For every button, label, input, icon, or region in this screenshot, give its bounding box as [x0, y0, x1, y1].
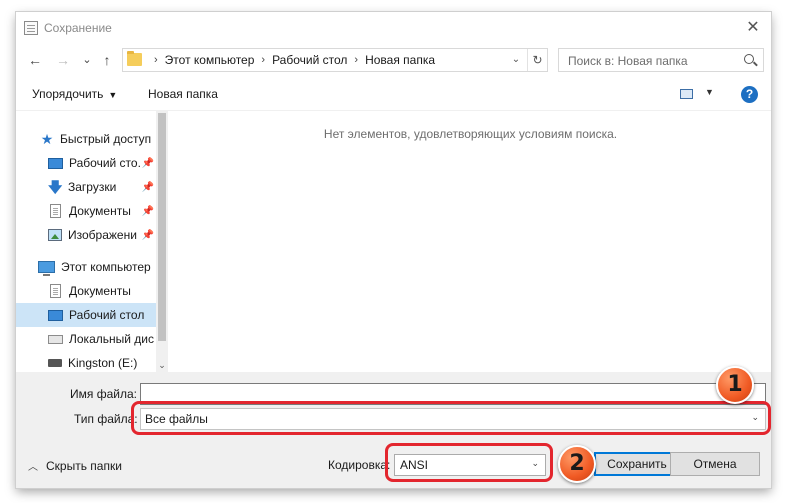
star-icon: ★: [40, 131, 54, 147]
empty-message: Нет элементов, удовлетворяющих условиям …: [323, 127, 618, 141]
tree-item-label: Рабочий стол: [69, 308, 145, 322]
pin-icon: 📌: [141, 229, 154, 241]
filetype-highlight-box: [131, 401, 771, 435]
up-arrow-icon[interactable]: ↑: [98, 50, 116, 70]
tree-item-label: Локальный дис: [69, 332, 154, 346]
document-icon: [50, 204, 61, 218]
filetype-label: Тип файла:: [74, 412, 138, 426]
breadcrumb-separator: ›: [154, 54, 158, 66]
breadcrumb-separator[interactable]: ›: [354, 54, 358, 66]
tree-item-label: Рабочий сто.: [69, 156, 141, 170]
download-icon: 🡇: [48, 179, 63, 195]
command-bar: Упорядочить ▼ Новая папка ▼ ?: [16, 80, 771, 108]
tree-item-label: Быстрый доступ: [60, 132, 152, 146]
pin-icon: 📌: [141, 181, 154, 193]
encoding-highlight-box: [385, 443, 553, 482]
tree-item-pictures[interactable]: Изображени 📌: [16, 223, 156, 247]
step-badge-2: 2: [558, 445, 596, 483]
drive-icon: [48, 334, 63, 344]
step-badge-1: 1: [716, 366, 754, 404]
refresh-icon[interactable]: ↻: [527, 49, 547, 71]
folder-icon: [127, 51, 142, 66]
breadcrumb-separator[interactable]: ›: [261, 54, 265, 66]
pin-icon: 📌: [141, 205, 154, 217]
browser-area: ★ Быстрый доступ Рабочий сто. 📌 🡇 Загруз…: [16, 110, 771, 373]
breadcrumb-item[interactable]: Рабочий стол: [272, 53, 347, 67]
breadcrumb-item[interactable]: Этот компьютер: [165, 53, 255, 67]
pin-icon: 📌: [141, 157, 154, 169]
recent-locations-chevron-icon[interactable]: ⌄: [78, 50, 96, 70]
tree-item-label: Документы: [69, 284, 131, 298]
tree-item-desktop-pinned[interactable]: Рабочий сто. 📌: [16, 151, 156, 175]
address-bar[interactable]: › Этот компьютер › Рабочий стол › Новая …: [122, 48, 548, 72]
breadcrumb: › Этот компьютер › Рабочий стол › Новая …: [147, 49, 435, 71]
tree-item-documents-pinned[interactable]: Документы 📌: [16, 199, 156, 223]
notepad-icon: [24, 21, 38, 35]
new-folder-button[interactable]: Новая папка: [148, 87, 218, 101]
computer-icon: [38, 261, 55, 276]
file-list[interactable]: Нет элементов, удовлетворяющих условиям …: [170, 111, 771, 373]
close-button[interactable]: ✕: [743, 18, 763, 38]
organize-menu-button[interactable]: Упорядочить ▼: [32, 87, 117, 101]
tree-item-documents[interactable]: Документы: [16, 279, 156, 303]
tree-item-label: Изображени: [68, 228, 137, 242]
save-button[interactable]: Сохранить: [594, 452, 680, 476]
tree-item-label: Документы: [69, 204, 131, 218]
navigation-pane: ★ Быстрый доступ Рабочий сто. 📌 🡇 Загруз…: [16, 111, 168, 373]
search-input[interactable]: Поиск в: Новая папка: [558, 48, 764, 72]
window-title: Сохранение: [44, 21, 112, 35]
tree-scrollbar[interactable]: ⌄: [156, 111, 168, 373]
tree-item-quick-access[interactable]: ★ Быстрый доступ: [16, 127, 156, 151]
document-icon: [50, 284, 61, 298]
breadcrumb-item[interactable]: Новая папка: [365, 53, 435, 67]
tree-item-local-disk[interactable]: Локальный дис: [16, 327, 156, 351]
desktop-icon: [48, 309, 63, 321]
chevron-up-icon: ︿: [28, 462, 38, 473]
back-arrow-icon[interactable]: ←: [26, 50, 44, 70]
chevron-down-icon[interactable]: ⌄: [156, 360, 168, 371]
tree-item-this-pc[interactable]: Этот компьютер: [16, 255, 156, 279]
hide-folders-label: Скрыть папки: [46, 458, 122, 473]
tree-item-label: Этот компьютер: [61, 260, 151, 274]
filename-label: Имя файла:: [70, 387, 137, 401]
tree-item-downloads[interactable]: 🡇 Загрузки 📌: [16, 175, 156, 199]
chevron-down-icon[interactable]: ⌄: [507, 49, 525, 71]
caret-down-icon[interactable]: ▼: [705, 87, 714, 97]
desktop-icon: [48, 157, 63, 169]
forward-arrow-icon[interactable]: →: [54, 50, 72, 70]
cancel-button[interactable]: Отмена: [670, 452, 760, 476]
scrollbar-thumb[interactable]: [158, 113, 166, 341]
caret-down-icon: ▼: [108, 90, 118, 100]
tree-item-label: Загрузки: [68, 180, 117, 194]
pictures-icon: [48, 229, 62, 241]
search-icon[interactable]: [744, 54, 754, 64]
tree-item-label: Kingston (E:): [68, 356, 138, 370]
view-options-icon[interactable]: [680, 89, 693, 99]
encoding-label: Кодировка:: [328, 458, 391, 472]
hide-folders-toggle[interactable]: ︿ Скрыть папки: [28, 458, 122, 474]
organize-label: Упорядочить: [32, 87, 104, 101]
help-icon[interactable]: ?: [741, 86, 758, 103]
title-bar: Сохранение ✕: [16, 12, 771, 44]
tree-item-desktop[interactable]: Рабочий стол: [16, 303, 156, 327]
search-placeholder: Поиск в: Новая папка: [568, 54, 688, 68]
navigation-bar: ← → ⌄ ↑ › Этот компьютер › Рабочий стол …: [16, 48, 771, 74]
usb-drive-icon: [48, 359, 62, 367]
